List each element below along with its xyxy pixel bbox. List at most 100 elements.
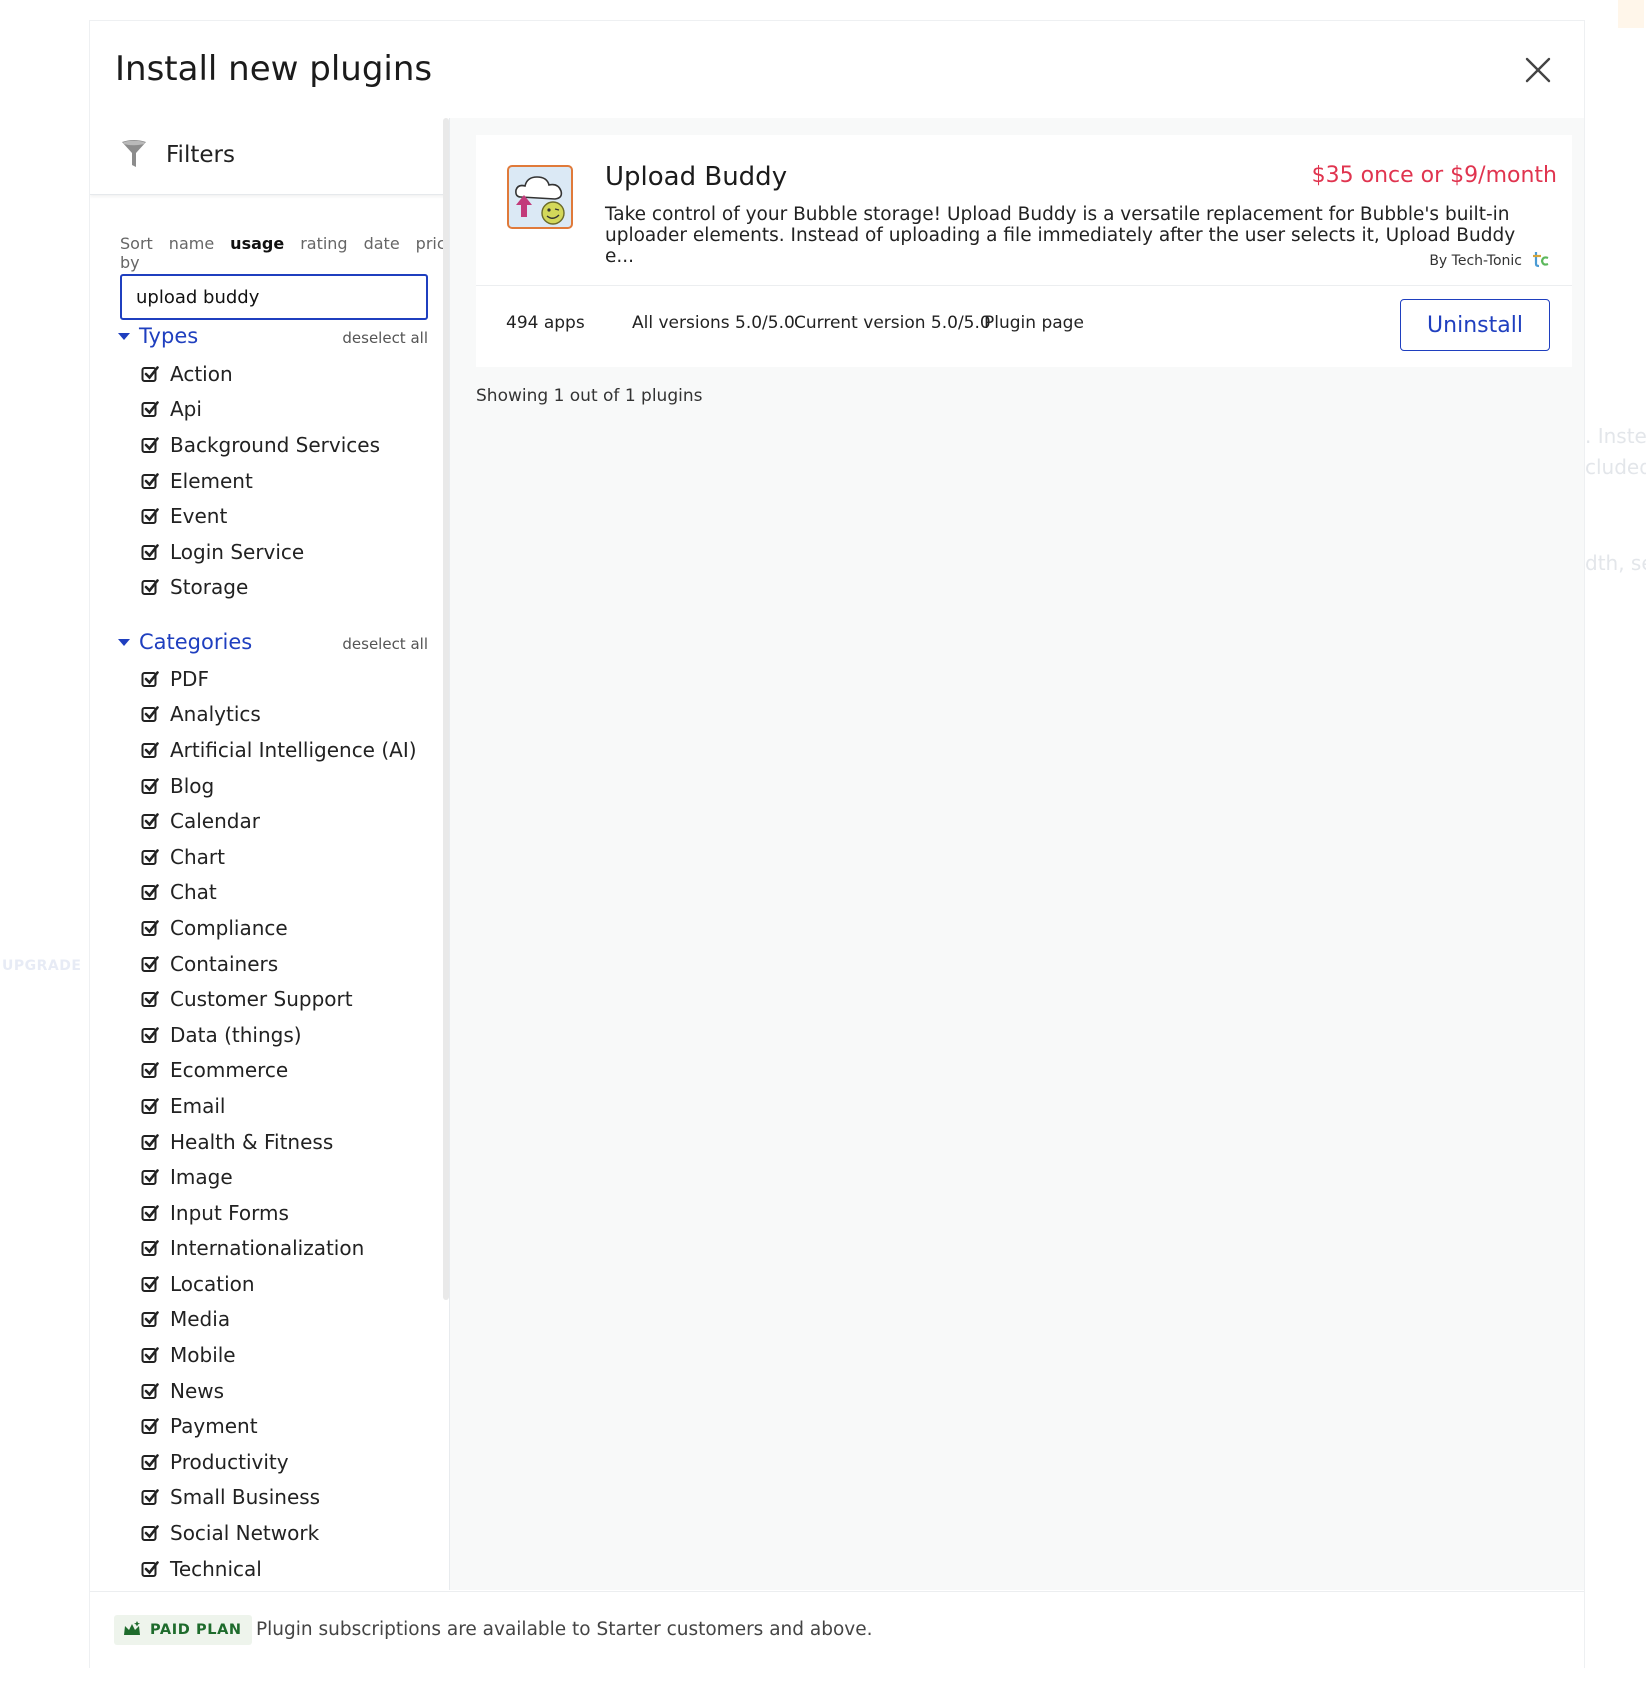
types-item-label: Event bbox=[170, 504, 228, 529]
categories-checkbox-item[interactable]: Chart bbox=[141, 839, 417, 875]
categories-checkbox-item[interactable]: Calendar bbox=[141, 803, 417, 839]
checked-checkbox-icon[interactable] bbox=[141, 400, 159, 418]
checked-checkbox-icon[interactable] bbox=[141, 436, 159, 454]
sort-by-label: Sort by bbox=[120, 234, 153, 272]
sort-option-rating[interactable]: rating bbox=[300, 234, 347, 272]
categories-checkbox-item[interactable]: Small Business bbox=[141, 1480, 417, 1516]
categories-item-label: Productivity bbox=[170, 1449, 289, 1474]
checked-checkbox-icon[interactable] bbox=[141, 578, 159, 596]
plugin-price: $35 once or $9/month bbox=[1311, 163, 1557, 188]
types-checkbox-item[interactable]: Login Service bbox=[141, 534, 380, 570]
categories-item-label: Analytics bbox=[170, 702, 261, 727]
categories-checkbox-item[interactable]: Technical bbox=[141, 1551, 417, 1587]
checked-checkbox-icon[interactable] bbox=[141, 670, 159, 688]
categories-checkbox-item[interactable]: Artificial Intelligence (AI) bbox=[141, 732, 417, 768]
categories-checkbox-item[interactable]: Chat bbox=[141, 875, 417, 911]
categories-checkbox-item[interactable]: Payment bbox=[141, 1408, 417, 1444]
paid-plan-badge: PAID PLAN bbox=[114, 1615, 252, 1645]
categories-checkbox-item[interactable]: Image bbox=[141, 1159, 417, 1195]
sidebar-scrollbar[interactable] bbox=[443, 118, 449, 1300]
categories-checkbox-item[interactable]: PDF bbox=[141, 661, 417, 697]
modal-title: Install new plugins bbox=[115, 49, 433, 89]
background-text-fragment: cluded bbox=[1585, 455, 1646, 479]
checked-checkbox-icon[interactable] bbox=[141, 1453, 159, 1471]
checked-checkbox-icon[interactable] bbox=[141, 990, 159, 1008]
types-checkbox-item[interactable]: Action bbox=[141, 356, 380, 392]
close-icon[interactable] bbox=[1522, 54, 1554, 86]
categories-deselect-all[interactable]: deselect all bbox=[342, 635, 428, 653]
categories-checkbox-item[interactable]: Email bbox=[141, 1088, 417, 1124]
checked-checkbox-icon[interactable] bbox=[141, 1168, 159, 1186]
checked-checkbox-icon[interactable] bbox=[141, 472, 159, 490]
categories-item-label: Small Business bbox=[170, 1485, 321, 1510]
checked-checkbox-icon[interactable] bbox=[141, 1524, 159, 1542]
checked-checkbox-icon[interactable] bbox=[141, 1133, 159, 1151]
checked-checkbox-icon[interactable] bbox=[141, 741, 159, 759]
checked-checkbox-icon[interactable] bbox=[141, 919, 159, 937]
checked-checkbox-icon[interactable] bbox=[141, 1097, 159, 1115]
types-checkbox-item[interactable]: Api bbox=[141, 392, 380, 428]
checked-checkbox-icon[interactable] bbox=[141, 1560, 159, 1578]
categories-checkbox-item[interactable]: Blog bbox=[141, 768, 417, 804]
checked-checkbox-icon[interactable] bbox=[141, 848, 159, 866]
checked-checkbox-icon[interactable] bbox=[141, 955, 159, 973]
categories-item-label: Location bbox=[170, 1271, 255, 1296]
filters-sidebar: Filters Sort by name usage rating date p… bbox=[90, 118, 450, 1590]
uninstall-button[interactable]: Uninstall bbox=[1400, 299, 1550, 351]
categories-checkbox-item[interactable]: Health & Fitness bbox=[141, 1124, 417, 1160]
checked-checkbox-icon[interactable] bbox=[141, 1417, 159, 1435]
categories-checkbox-item[interactable]: Internationalization bbox=[141, 1231, 417, 1267]
checked-checkbox-icon[interactable] bbox=[141, 1239, 159, 1257]
types-checkbox-item[interactable]: Element bbox=[141, 463, 380, 499]
checked-checkbox-icon[interactable] bbox=[141, 1204, 159, 1222]
checked-checkbox-icon[interactable] bbox=[141, 543, 159, 561]
plugin-page-link[interactable]: Plugin page bbox=[984, 313, 1084, 333]
categories-checkbox-item[interactable]: Input Forms bbox=[141, 1195, 417, 1231]
categories-checkbox-item[interactable]: Mobile bbox=[141, 1337, 417, 1373]
types-checkbox-item[interactable]: Event bbox=[141, 498, 380, 534]
categories-item-label: News bbox=[170, 1378, 225, 1403]
checked-checkbox-icon[interactable] bbox=[141, 705, 159, 723]
categories-checkbox-item[interactable]: Ecommerce bbox=[141, 1053, 417, 1089]
filter-icon bbox=[122, 140, 146, 167]
categories-checkbox-item[interactable]: Media bbox=[141, 1302, 417, 1338]
checked-checkbox-icon[interactable] bbox=[141, 883, 159, 901]
sort-option-name[interactable]: name bbox=[169, 234, 214, 272]
plugin-name[interactable]: Upload Buddy bbox=[605, 162, 787, 192]
checked-checkbox-icon[interactable] bbox=[141, 777, 159, 795]
checked-checkbox-icon[interactable] bbox=[141, 365, 159, 383]
sort-option-date[interactable]: date bbox=[364, 234, 400, 272]
categories-checkbox-item[interactable]: Location bbox=[141, 1266, 417, 1302]
categories-item-label: Calendar bbox=[170, 809, 260, 834]
sort-by-row: Sort by name usage rating date price bbox=[120, 234, 449, 272]
categories-checkbox-item[interactable]: Analytics bbox=[141, 697, 417, 733]
checked-checkbox-icon[interactable] bbox=[141, 1061, 159, 1079]
types-checkbox-item[interactable]: Storage bbox=[141, 570, 380, 606]
types-deselect-all[interactable]: deselect all bbox=[342, 329, 428, 347]
categories-checkbox-item[interactable]: News bbox=[141, 1373, 417, 1409]
categories-checkbox-item[interactable]: Social Network bbox=[141, 1515, 417, 1551]
categories-checkbox-item[interactable]: Data (things) bbox=[141, 1017, 417, 1053]
background-corner-block bbox=[1618, 0, 1644, 28]
plugin-current-version: Current version 5.0/5.0 bbox=[794, 313, 991, 333]
plugin-search-input[interactable] bbox=[120, 274, 428, 320]
categories-checkbox-item[interactable]: Containers bbox=[141, 946, 417, 982]
categories-checkbox-item[interactable]: Customer Support bbox=[141, 981, 417, 1017]
filters-label: Filters bbox=[166, 142, 235, 168]
categories-checkbox-item[interactable]: Compliance bbox=[141, 910, 417, 946]
sort-option-usage[interactable]: usage bbox=[230, 234, 284, 272]
checked-checkbox-icon[interactable] bbox=[141, 1382, 159, 1400]
types-checkbox-item[interactable]: Background Services bbox=[141, 427, 380, 463]
checked-checkbox-icon[interactable] bbox=[141, 1026, 159, 1044]
checked-checkbox-icon[interactable] bbox=[141, 507, 159, 525]
checked-checkbox-icon[interactable] bbox=[141, 1488, 159, 1506]
checked-checkbox-icon[interactable] bbox=[141, 1346, 159, 1364]
categories-item-label: Blog bbox=[170, 773, 215, 798]
checked-checkbox-icon[interactable] bbox=[141, 812, 159, 830]
categories-checkbox-item[interactable]: Productivity bbox=[141, 1444, 417, 1480]
plugin-author[interactable]: By Tech-Tonic bbox=[1429, 253, 1522, 269]
checked-checkbox-icon[interactable] bbox=[141, 1310, 159, 1328]
modal-footer: PAID PLAN Plugin subscriptions are avail… bbox=[90, 1591, 1584, 1668]
plugin-all-versions: All versions 5.0/5.0 bbox=[632, 313, 795, 333]
checked-checkbox-icon[interactable] bbox=[141, 1275, 159, 1293]
